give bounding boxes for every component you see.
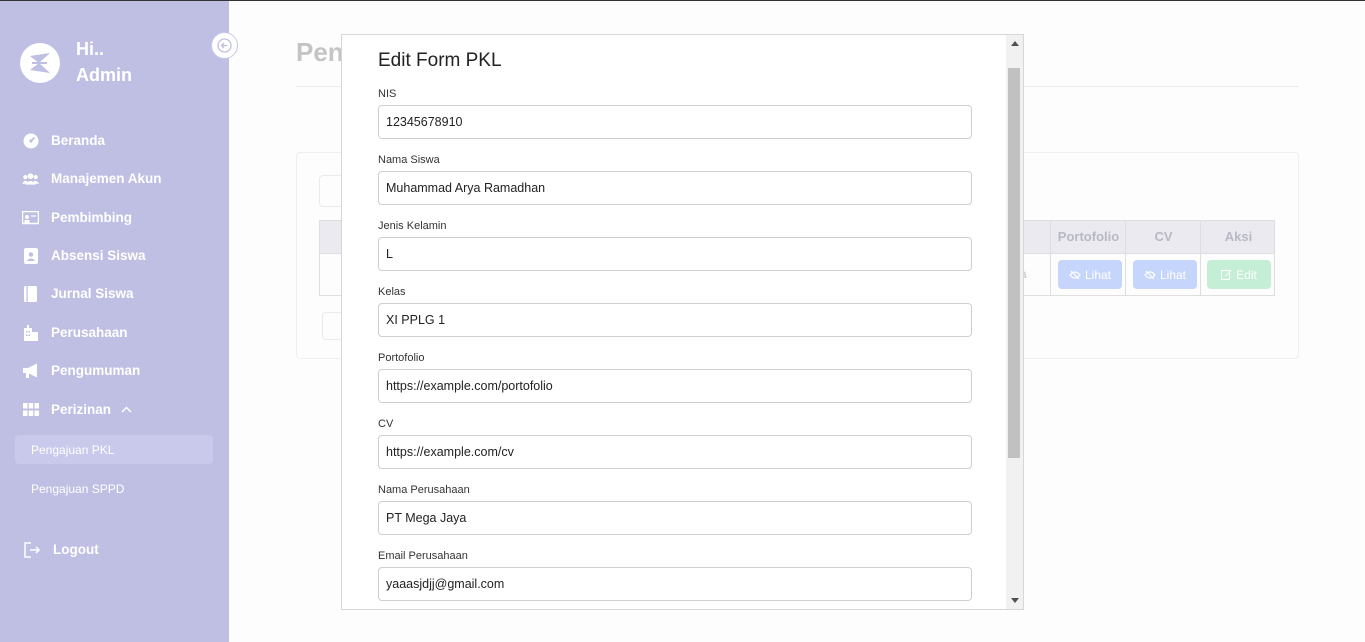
sidebar-item-perusahaan[interactable]: Perusahaan [22, 324, 128, 341]
nama-perusahaan-field[interactable] [378, 501, 972, 535]
eye-slash-icon [1144, 270, 1156, 280]
sidebar-item-label: Pengumuman [51, 363, 141, 378]
book-icon [22, 285, 39, 302]
building-icon [22, 324, 39, 341]
edit-button[interactable]: Edit [1207, 260, 1271, 289]
sidebar: Hi.. Admin Beranda Manajemen Akun Pembim… [0, 1, 229, 642]
edit-icon [1221, 269, 1232, 280]
sidebar-item-absensi-siswa[interactable]: Absensi Siswa [22, 247, 146, 264]
column-header-aksi: Aksi [1224, 229, 1253, 244]
column-header-cv: CV [1154, 229, 1173, 244]
sidebar-subitem-pengajuan-pkl[interactable]: Pengajuan PKL [15, 435, 213, 464]
view-label: Lihat [1084, 267, 1112, 282]
kelas-field[interactable] [378, 303, 972, 337]
arrow-left-icon [217, 38, 232, 53]
modal-scrollbar[interactable] [1006, 35, 1023, 609]
scroll-down-arrow-icon[interactable] [1010, 596, 1019, 605]
collapse-sidebar-button[interactable] [211, 32, 238, 59]
scrollbar-thumb[interactable] [1008, 68, 1020, 458]
logout-icon [24, 541, 41, 558]
sidebar-item-manajemen-akun[interactable]: Manajemen Akun [22, 170, 162, 187]
nis-field[interactable] [378, 105, 972, 139]
grid-icon [22, 401, 39, 418]
kelas-label: Kelas [378, 286, 406, 298]
sidebar-item-beranda[interactable]: Beranda [22, 132, 105, 149]
nama-siswa-label: Nama Siswa [378, 154, 440, 166]
page-title: Pen [296, 37, 344, 67]
greeting-user: Admin [76, 65, 132, 85]
greeting-line-1: Hi.. [76, 39, 105, 59]
sidebar-item-jurnal-siswa[interactable]: Jurnal Siswa [22, 285, 134, 302]
id-badge-icon [22, 247, 39, 264]
column-header-portofolio: Portofolio [1057, 229, 1120, 244]
logo-icon [20, 43, 60, 83]
sidebar-item-label: Pembimbing [51, 210, 133, 225]
modal-title: Edit Form PKL [378, 50, 502, 71]
chevron-up-icon [121, 406, 132, 413]
nis-label: NIS [378, 88, 397, 100]
users-icon [22, 170, 39, 187]
sidebar-item-label: Perusahaan [51, 325, 128, 340]
sidebar-item-label: Absensi Siswa [51, 248, 146, 263]
sidebar-item-pengumuman[interactable]: Pengumuman [22, 362, 140, 379]
nama-perusahaan-label: Nama Perusahaan [378, 484, 470, 496]
email-perusahaan-field[interactable] [378, 567, 972, 601]
cv-label: CV [378, 418, 394, 430]
cv-field[interactable] [378, 435, 972, 469]
view-cv-button[interactable]: Lihat [1133, 260, 1197, 289]
chalkboard-teacher-icon [22, 209, 39, 226]
logout-button[interactable]: Logout [24, 541, 99, 558]
jenis-kelamin-field[interactable] [378, 237, 972, 271]
jenis-kelamin-label: Jenis Kelamin [378, 220, 447, 232]
portofolio-label: Portofolio [378, 352, 425, 364]
sidebar-item-label: Perizinan [51, 402, 112, 417]
edit-label: Edit [1236, 267, 1257, 282]
greeting: Hi.. Admin [76, 36, 132, 88]
sidebar-item-pembimbing[interactable]: Pembimbing [22, 209, 132, 226]
edit-form-modal: Edit Form PKL NIS Nama Siswa Jenis Kelam… [341, 34, 1024, 610]
scroll-up-arrow-icon[interactable] [1010, 39, 1019, 48]
dashboard-icon [22, 132, 39, 149]
nama-siswa-field[interactable] [378, 171, 972, 205]
logout-label: Logout [53, 542, 99, 557]
sidebar-item-label: Manajemen Akun [51, 171, 162, 186]
eye-slash-icon [1069, 270, 1081, 280]
email-perusahaan-label: Email Perusahaan [378, 550, 468, 562]
sidebar-item-perizinan[interactable]: Perizinan [22, 401, 132, 418]
sidebar-item-label: Jurnal Siswa [51, 286, 134, 301]
sidebar-item-label: Beranda [51, 133, 106, 148]
view-portofolio-button[interactable]: Lihat [1058, 260, 1122, 289]
megaphone-icon [22, 362, 39, 379]
portofolio-field[interactable] [378, 369, 972, 403]
sidebar-subitem-pengajuan-sppd[interactable]: Pengajuan SPPD [15, 474, 213, 503]
view-label: Lihat [1159, 267, 1187, 282]
